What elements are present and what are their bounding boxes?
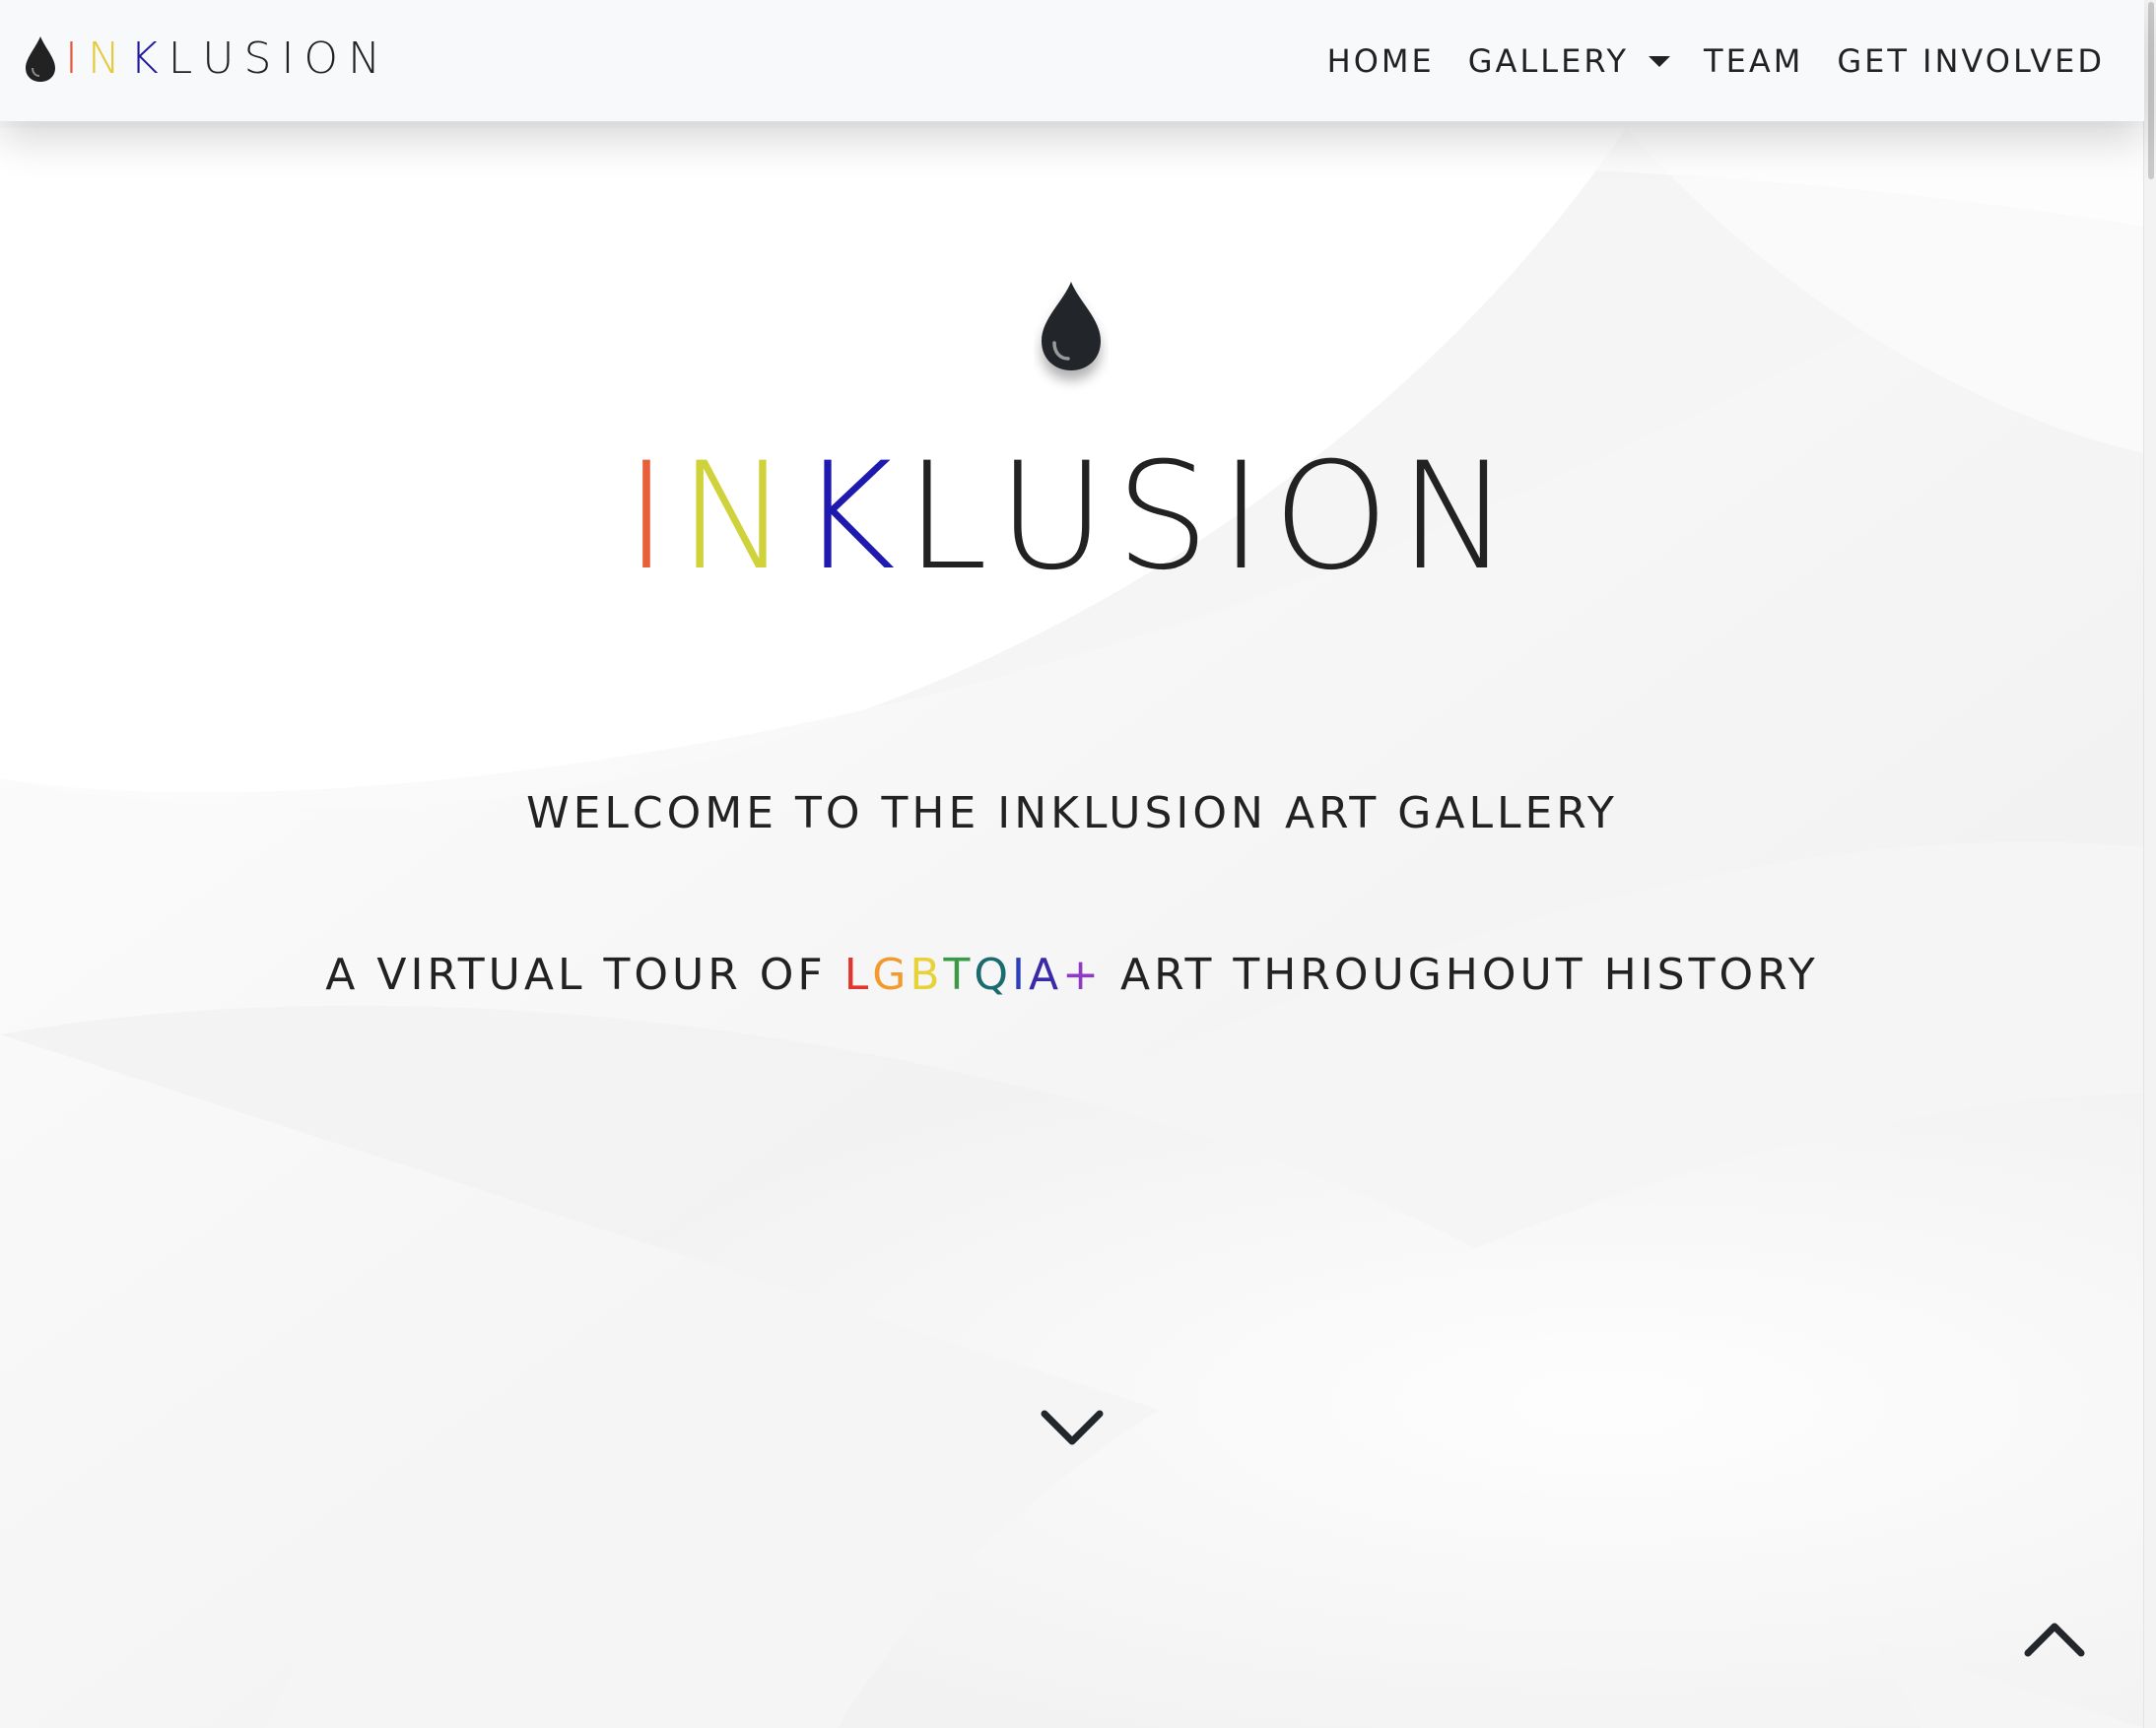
- hero-title-letter: K: [798, 432, 906, 603]
- brand-letter: O: [303, 33, 349, 84]
- tagline-suffix: ART THROUGHOUT HISTORY: [1103, 950, 1819, 1000]
- brand-letter: K: [129, 33, 168, 84]
- tagline-highlight-letter: B: [910, 950, 944, 1000]
- page-scrollbar[interactable]: [2143, 0, 2156, 1728]
- hero-background-waves: [0, 0, 2144, 1728]
- ink-drop-icon: [26, 36, 55, 82]
- tagline-highlight-letter: Q: [974, 950, 1013, 1000]
- brand-logo-link[interactable]: INKLUSION: [24, 30, 390, 89]
- navbar: INKLUSION HOME GALLERY TEAM GET INVOLVED: [0, 0, 2144, 121]
- chevron-up-icon[interactable]: [2020, 1616, 2089, 1663]
- hero-title-letter: O: [1272, 432, 1399, 603]
- nav-gallery-dropdown[interactable]: GALLERY: [1467, 42, 1671, 80]
- chevron-down-icon[interactable]: [1037, 1404, 1108, 1453]
- tagline-prefix: A VIRTUAL TOUR OF: [325, 950, 844, 1000]
- hero-title-letter: I: [625, 432, 679, 603]
- hero-title-letter: S: [1115, 432, 1220, 603]
- caret-down-icon: [1649, 55, 1671, 67]
- hero-welcome-text: WELCOME TO THE INKLUSION ART GALLERY: [526, 788, 1618, 838]
- hero-title: INKLUSION: [0, 424, 2144, 611]
- hero-title-letter: U: [997, 432, 1116, 603]
- tagline-highlight-letter: A: [1029, 950, 1063, 1000]
- nav-get-involved-link[interactable]: GET INVOLVED: [1837, 42, 2105, 80]
- tagline-highlight-letter: T: [943, 950, 975, 1000]
- tagline-highlight-letter: L: [843, 950, 873, 1000]
- tagline-highlight-letter: I: [1012, 950, 1030, 1000]
- nav-home-link[interactable]: HOME: [1327, 42, 1435, 80]
- ink-drop-icon: [1042, 282, 1101, 370]
- nav-home-label: HOME: [1326, 42, 1435, 80]
- hero-tagline: A VIRTUAL TOUR OF LGBTQIA+ ART THROUGHOU…: [0, 950, 2144, 1000]
- tagline-highlight-letter: G: [872, 950, 910, 1000]
- nav-get-involved-label: GET INVOLVED: [1837, 42, 2105, 80]
- brand-wordmark: INKLUSION: [65, 30, 390, 89]
- hero-title-letter: N: [1398, 432, 1519, 603]
- brand-letter: S: [243, 33, 282, 84]
- nav-links: HOME GALLERY TEAM GET INVOLVED: [1294, 35, 2105, 87]
- brand-letter: I: [281, 33, 304, 84]
- brand-letter: L: [168, 33, 203, 84]
- nav-team-label: TEAM: [1704, 42, 1804, 80]
- brand-letter: N: [87, 33, 130, 84]
- hero-background: [0, 0, 2144, 1728]
- tagline-highlight-letter: +: [1062, 950, 1103, 1000]
- brand-letter: I: [65, 33, 88, 84]
- nav-team-link[interactable]: TEAM: [1704, 42, 1803, 80]
- brand-letter: U: [202, 33, 244, 84]
- hero-title-letter: L: [905, 432, 998, 603]
- nav-gallery-label: GALLERY: [1467, 42, 1630, 80]
- page: INKLUSION HOME GALLERY TEAM GET INVOLVED…: [0, 0, 2156, 1728]
- scrollbar-thumb[interactable]: [2148, 2, 2154, 179]
- brand-letter: N: [348, 33, 390, 84]
- hero-title-letter: I: [1219, 432, 1273, 603]
- hero-title-letter: N: [678, 432, 799, 603]
